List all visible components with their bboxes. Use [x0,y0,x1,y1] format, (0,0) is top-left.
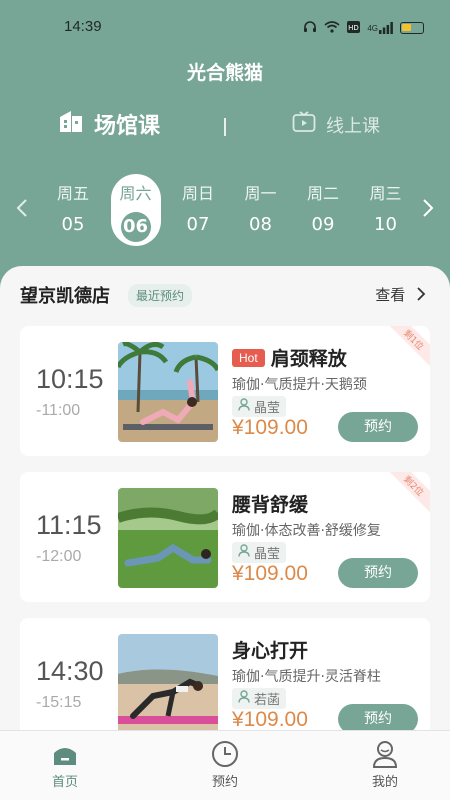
class-photo [118,634,218,734]
bottom-tabbar: 首页 预约 我的 [0,730,450,800]
person-icon [238,544,250,561]
date-weekday: 周三 [369,184,402,203]
signal-icon: 4G [367,22,393,34]
class-title-line: 身心打开 [232,636,308,663]
network-label: 4G [367,23,378,33]
date-selector: 周五 05 周六 06 周日 07 周一 08 周二 09 周三 10 [0,174,450,246]
date-weekday: 周一 [244,184,277,203]
class-title-line: Hot 肩颈释放 [232,344,347,371]
hot-badge: Hot [232,348,265,367]
coach-name: 若菡 [254,693,281,708]
store-row: 望京凯德店 最近预约 查看 [20,282,430,308]
class-title: 腰背舒缓 [232,494,309,516]
headphones-icon [303,20,317,36]
date-day: 05 [61,214,85,235]
coach-name: 晶莹 [254,401,281,416]
home-icon [20,737,110,771]
status-icons: HD 4G [303,20,424,36]
next-arrow-icon[interactable] [422,198,434,224]
date-item[interactable]: 周二 09 [298,174,348,246]
building-icon [58,108,84,140]
date-item[interactable]: 周三 10 [361,174,411,246]
class-start-time: 11:15 [36,510,102,540]
user-icon [340,737,430,771]
class-price: ¥109.00 [232,562,308,585]
hd-icon: HD [347,20,361,36]
class-card[interactable]: 14:30 -15:15 身心打开 瑜伽·气质提升·灵活脊柱 若菡 ¥109.00 预约 [20,618,430,748]
status-time: 14:39 [64,18,102,35]
mode-tabs: 场馆课 线上课 [0,108,450,148]
tab-home[interactable]: 首页 [20,737,110,790]
date-day: 06 [120,212,151,242]
app-title: 光合熊猫 [186,62,263,84]
clock-icon [180,737,270,771]
tab-booking[interactable]: 预约 [180,737,270,790]
date-weekday: 周五 [56,184,89,203]
class-photo [118,342,218,442]
class-end-time: -12:00 [36,548,82,565]
class-title: 肩颈释放 [270,348,347,370]
class-title: 身心打开 [232,640,309,662]
coach-tag: 若菡 [232,688,287,709]
class-tags: 瑜伽·气质提升·灵活脊柱 [232,669,381,685]
date-item[interactable]: 周日 07 [173,174,223,246]
date-day: 08 [249,214,272,235]
person-icon [238,398,250,415]
class-card[interactable]: 10:15 -11:00 Hot 肩颈释放瑜伽·气质提升·天鹅颈晶莹 ¥109.00 预约… [20,326,430,456]
seats-left-ribbon: 剩2位 [380,472,430,520]
date-item[interactable]: 周一 08 [236,174,286,246]
date-item[interactable]: 周五 05 [48,174,98,246]
tab-online[interactable]: 线上课 [292,111,380,138]
tab-mine[interactable]: 我的 [340,737,430,790]
battery-icon [400,22,424,34]
coach-tag: 晶莹 [232,396,287,417]
date-day: 09 [311,214,335,235]
recent-badge: 最近预约 [128,284,193,307]
date-day: 10 [374,214,397,235]
class-end-time: -15:15 [36,694,82,711]
chevron-right-icon [410,286,426,304]
tab-online-label: 线上课 [326,115,380,137]
date-day: 07 [186,214,210,235]
date-weekday: 周日 [181,184,214,203]
book-button[interactable]: 预约 [338,412,418,442]
class-start-time: 10:15 [36,364,104,394]
class-price: ¥109.00 [232,708,308,731]
status-bar: 14:39 HD 4G [0,18,450,38]
seats-left-ribbon: 剩1位 [380,326,430,374]
coach-tag: 晶莹 [232,542,287,563]
class-tags: 瑜伽·体态改善·舒缓修复 [232,523,381,539]
class-title-line: 腰背舒缓 [232,490,308,517]
class-card[interactable]: 11:15 -12:00 腰背舒缓瑜伽·体态改善·舒缓修复晶莹 ¥109.00 预约 剩2… [20,472,430,602]
book-button[interactable]: 预约 [338,558,418,588]
class-start-time: 14:30 [36,656,104,686]
coach-name: 晶莹 [254,547,281,562]
tab-home-label: 首页 [51,775,78,790]
svg-text:HD: HD [349,24,360,32]
tab-venue-label: 场馆课 [94,114,161,139]
class-end-time: -11:00 [36,402,81,419]
tab-divider [224,118,226,136]
store-name: 望京凯德店 [20,286,110,307]
class-list-sheet: 望京凯德店 最近预约 查看 10:15 -11:00 Hot 肩颈释放瑜伽·气质提升·… [0,266,450,800]
class-price: ¥109.00 [232,416,308,439]
date-weekday: 周六 [119,184,152,203]
view-store-link[interactable]: 查看 [375,284,426,305]
date-item[interactable]: 周六 06 [110,174,161,246]
date-weekday: 周二 [306,184,339,203]
wifi-icon [324,20,340,36]
view-store-label: 查看 [375,286,406,304]
prev-arrow-icon[interactable] [16,198,28,224]
header: 14:39 HD 4G 光合熊猫 场馆课 线上课 周五 05 周六 06 周日 … [0,0,450,300]
class-tags: 瑜伽·气质提升·天鹅颈 [232,377,367,393]
tv-icon [292,111,316,138]
class-photo [118,488,218,588]
tab-mine-label: 我的 [371,775,398,790]
person-icon [238,690,250,707]
tab-venue[interactable]: 场馆课 [58,108,160,140]
tab-booking-label: 预约 [211,775,238,790]
